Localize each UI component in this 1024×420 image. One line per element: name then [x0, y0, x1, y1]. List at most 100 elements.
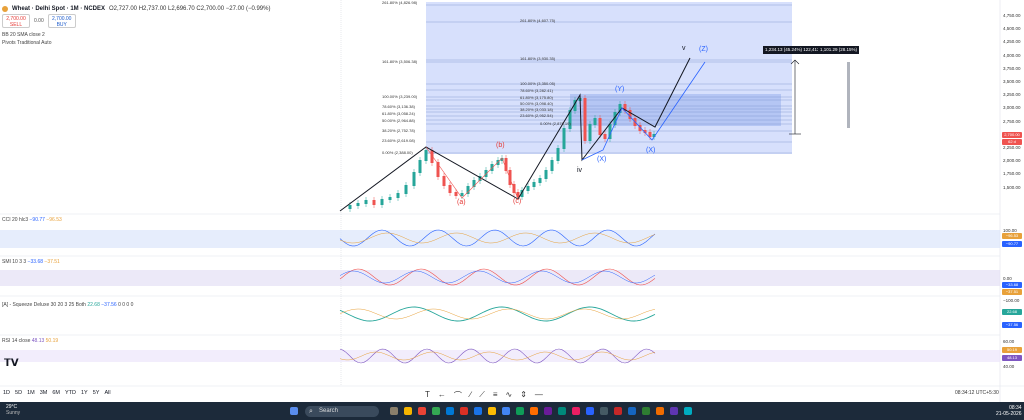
ohlc-values: O2,727.00 H2,737.00 L2,696.70 C2,700.00 …	[109, 6, 271, 12]
indicator-smi-legend[interactable]: SMI 10 3 3 −33.68 −37.51	[2, 259, 60, 265]
timeframe-3m[interactable]: 3M	[40, 390, 48, 396]
cci-label: CCI 20 hlc3	[2, 217, 29, 223]
buy-button[interactable]: 2,700.00 BUY	[47, 14, 76, 28]
sell-button[interactable]: 2,700.00 SELL	[2, 14, 30, 28]
indicator-squeeze-legend[interactable]: [A] - Squeeze Deluxe 30 20 3 25 Both 22.…	[2, 302, 133, 308]
wave-label-iv[interactable]: iv	[577, 167, 582, 174]
indicator-tick: −100.00	[1003, 298, 1020, 303]
app-icon-12[interactable]	[600, 407, 608, 415]
weather-widget[interactable]: 29°C Sunny	[6, 404, 20, 416]
app-icon-4[interactable]	[474, 407, 482, 415]
indicator-tick: 100.00	[1003, 228, 1017, 233]
candle-body	[593, 118, 597, 125]
squeeze-value: 22.68	[87, 302, 100, 308]
candle-body	[490, 164, 494, 171]
app-icon-17[interactable]	[670, 407, 678, 415]
candle-body	[532, 182, 536, 187]
price-axis-tick: 2,750.00	[1003, 118, 1021, 124]
wave-label-x1[interactable]: (X)	[597, 156, 606, 163]
timeframe-5d[interactable]: 5D	[15, 390, 22, 396]
indicator-band	[0, 350, 1000, 362]
app-icon-10[interactable]	[572, 407, 580, 415]
wave-label-a[interactable]: (a)	[457, 199, 466, 206]
wave-label-c[interactable]: (c)	[513, 198, 521, 205]
candle-body	[484, 170, 488, 177]
price-axis-tick: 4,750.00	[1003, 13, 1021, 18]
fib-label: 161.80% (3,506.38)	[382, 59, 418, 64]
timeframe-6m[interactable]: 6M	[52, 390, 60, 396]
app-icon-18[interactable]	[684, 407, 692, 415]
indicator-rsi-legend[interactable]: RSI 14 close 48.13 50.19	[2, 338, 58, 344]
chrome-icon[interactable]	[502, 407, 510, 415]
timeframe-1y[interactable]: 1Y	[81, 390, 88, 396]
tradingview-logo-icon: 𝗧𝗩	[4, 358, 19, 369]
fib-label: 261.80% (4,826.98)	[382, 0, 418, 5]
chart-canvas[interactable]	[0, 0, 1024, 420]
drawing-toolbar: T ← ⌒ ∕ ⟋ ≡ ∿ ⇕ —	[425, 390, 543, 401]
edge-icon[interactable]	[446, 407, 454, 415]
wave-label-y[interactable]: (Y)	[615, 86, 624, 93]
app-icon-2[interactable]	[432, 407, 440, 415]
candle-body	[544, 170, 548, 179]
app-icon-14[interactable]	[628, 407, 636, 415]
text-tool-icon[interactable]: T	[425, 390, 430, 401]
timeframe-5y[interactable]: 5Y	[93, 390, 100, 396]
app-icon-16[interactable]	[656, 407, 664, 415]
symbol-name[interactable]: Wheat · Delhi Spot · 1M · NCDEX	[12, 6, 105, 12]
fib-tool-icon[interactable]: ≡	[493, 390, 498, 401]
candle-body	[388, 197, 392, 200]
candle-body	[526, 186, 530, 191]
indicator-tick: 0.00	[1003, 276, 1012, 281]
path-tool-icon[interactable]: ⌒	[454, 390, 462, 401]
overlay-pivots[interactable]: Pivots Traditional Auto	[2, 40, 51, 46]
wave-label-v[interactable]: v	[682, 45, 686, 52]
trend-tool-icon[interactable]: ⟋	[479, 390, 485, 401]
file-explorer-icon[interactable]	[404, 407, 412, 415]
app-icon-7[interactable]	[530, 407, 538, 415]
line-tool-icon[interactable]: ∕	[470, 390, 471, 401]
timeframe-1d[interactable]: 1D	[3, 390, 10, 396]
app-icon-11[interactable]	[586, 407, 594, 415]
brush-tool-icon[interactable]: ∿	[506, 390, 513, 401]
app-icon-13[interactable]	[614, 407, 622, 415]
indicator-cci-legend[interactable]: CCI 20 hlc3 −90.77 −96.53	[2, 217, 62, 223]
app-icon-1[interactable]	[418, 407, 426, 415]
chart-clock[interactable]: 08:34:12 UTC+5:30	[955, 390, 999, 396]
candle-body	[372, 200, 376, 205]
horizontal-line-tool-icon[interactable]: —	[535, 390, 543, 401]
cci-tag-b: −90.77	[1002, 241, 1022, 247]
app-icon-5[interactable]	[488, 407, 496, 415]
app-icon-15[interactable]	[642, 407, 650, 415]
task-view-icon[interactable]	[390, 407, 398, 415]
cci-tag-a: −96.53	[1002, 233, 1022, 239]
measure-tool-icon[interactable]: ⇕	[520, 390, 527, 401]
indicator-lines	[0, 229, 1000, 364]
smi-tag-b: −37.51	[1002, 289, 1022, 295]
price-axis-tick: 4,500.00	[1003, 26, 1021, 32]
timeframe-ytd[interactable]: YTD	[65, 390, 76, 396]
price-axis-tick: 3,750.00	[1003, 65, 1021, 71]
measure-box-2[interactable]: 1,101.29 (28.15%)	[818, 46, 860, 54]
price-axis-tick: 3,250.00	[1003, 92, 1021, 98]
wave-label-x2[interactable]: (X)	[646, 147, 655, 154]
app-icon-6[interactable]	[516, 407, 524, 415]
app-icon-9[interactable]	[558, 407, 566, 415]
start-icon[interactable]	[290, 407, 298, 415]
wave-label-z[interactable]: (Z)	[699, 46, 708, 53]
timeframe-all[interactable]: All	[104, 390, 110, 396]
weather-desc: Sunny	[6, 410, 21, 416]
app-icon-3[interactable]	[460, 407, 468, 415]
arrow-tool-icon[interactable]: ←	[438, 390, 446, 401]
fib-label: 50.00% (3,098.40)	[520, 101, 553, 106]
measure-box-1[interactable]: 1,234.13 (45.24%) 122,413	[763, 46, 822, 54]
overlay-bb[interactable]: BB 20 SMA close 2	[2, 32, 45, 38]
wave-label-b[interactable]: (b)	[496, 142, 505, 149]
fib-label: 161.80% (3,930.35)	[520, 56, 556, 61]
app-icon-8[interactable]	[544, 407, 552, 415]
candle-body	[598, 118, 602, 135]
indicator-line	[339, 306, 656, 322]
fib-retracement-zone[interactable]	[570, 94, 781, 126]
system-tray-clock[interactable]: 08:34 21-05-2026	[996, 405, 1022, 417]
taskbar-search[interactable]: ⌕ Search	[305, 406, 379, 417]
timeframe-1m[interactable]: 1M	[27, 390, 35, 396]
